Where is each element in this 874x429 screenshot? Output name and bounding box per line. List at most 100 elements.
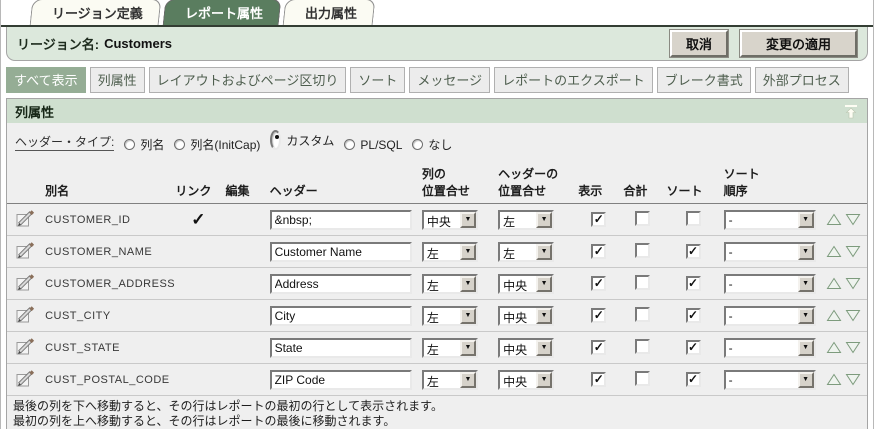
dropdown-arrow-icon: ▼	[798, 372, 814, 388]
show-checkbox[interactable]: ✓	[591, 276, 606, 291]
sort-sequence-select[interactable]: - ▼	[724, 370, 816, 390]
move-down-icon[interactable]	[845, 373, 861, 386]
section-title: 列属性	[15, 102, 54, 121]
show-checkbox[interactable]: ✓	[591, 308, 606, 323]
move-up-icon[interactable]	[826, 245, 842, 258]
header-type-label[interactable]: ヘッダー・タイプ:	[15, 133, 114, 151]
sort-sequence-select[interactable]: - ▼	[724, 274, 816, 294]
edit-icon[interactable]	[15, 305, 35, 327]
heading-alignment-select[interactable]: 中央 ▼	[498, 370, 554, 390]
nav-button[interactable]: 列属性	[90, 67, 145, 93]
show-checkbox[interactable]: ✓	[591, 244, 606, 259]
header-alias: 別名	[43, 159, 173, 204]
move-down-icon[interactable]	[845, 309, 861, 322]
heading-input[interactable]	[270, 370, 412, 390]
sort-checkbox[interactable]	[686, 211, 701, 226]
heading-input[interactable]	[270, 274, 412, 294]
edit-icon[interactable]	[15, 337, 35, 359]
heading-alignment-select[interactable]: 左 ▼	[498, 210, 554, 230]
column-alignment-value: 左	[424, 372, 460, 388]
move-down-icon[interactable]	[845, 277, 861, 290]
sort-sequence-value: -	[726, 244, 798, 260]
nav-button[interactable]: 外部プロセス	[755, 67, 849, 93]
header-type-option[interactable]: カスタム	[270, 130, 334, 150]
move-up-icon[interactable]	[826, 277, 842, 290]
edit-icon[interactable]	[15, 209, 35, 231]
nav-button[interactable]: メッセージ	[409, 67, 490, 93]
heading-alignment-select[interactable]: 中央 ▼	[498, 306, 554, 326]
sum-checkbox[interactable]	[635, 243, 650, 258]
sort-sequence-select[interactable]: - ▼	[724, 338, 816, 358]
column-alignment-select[interactable]: 左 ▼	[422, 306, 478, 326]
sort-checkbox[interactable]: ✓	[686, 308, 701, 323]
region-name-value: Customers	[104, 36, 172, 51]
apply-changes-button[interactable]: 変更の適用	[740, 30, 857, 57]
sort-checkbox[interactable]: ✓	[686, 276, 701, 291]
move-down-icon[interactable]	[845, 341, 861, 354]
heading-input[interactable]	[270, 210, 412, 230]
tab[interactable]: 出力属性	[282, 0, 375, 25]
nav-button[interactable]: すべて表示	[6, 67, 86, 93]
sum-checkbox[interactable]	[635, 307, 650, 322]
sort-sequence-select[interactable]: - ▼	[724, 306, 816, 326]
heading-alignment-select[interactable]: 中央 ▼	[498, 274, 554, 294]
show-checkbox[interactable]: ✓	[591, 372, 606, 387]
sort-sequence-value: -	[726, 308, 798, 324]
sum-checkbox[interactable]	[635, 371, 650, 386]
sum-checkbox[interactable]	[635, 339, 650, 354]
nav-button[interactable]: ソート	[350, 67, 405, 93]
sort-sequence-select[interactable]: - ▼	[724, 210, 816, 230]
radio-button-icon[interactable]	[344, 139, 355, 150]
move-up-icon[interactable]	[826, 213, 842, 226]
show-checkbox[interactable]: ✓	[591, 212, 606, 227]
move-up-icon[interactable]	[826, 309, 842, 322]
sum-checkbox[interactable]	[635, 211, 650, 226]
nav-button[interactable]: レポートのエクスポート	[494, 67, 653, 93]
sort-sequence-select[interactable]: - ▼	[724, 242, 816, 262]
footnote-line: 最後の列を下へ移動すると、その行はレポートの最初の行として表示されます。	[13, 399, 861, 414]
heading-input[interactable]	[270, 242, 412, 262]
move-up-icon[interactable]	[826, 341, 842, 354]
column-alignment-select[interactable]: 中央 ▼	[422, 210, 478, 230]
sort-checkbox[interactable]: ✓	[686, 372, 701, 387]
nav-button[interactable]: レイアウトおよびページ区切り	[149, 67, 347, 93]
header-type-option-label: 列名(InitCap)	[190, 136, 260, 153]
table-header-row: 別名 リンク 編集 ヘッダー 列の 位置合せ ヘッダーの 位置合せ 表示 合計 …	[7, 159, 867, 204]
region-bar: リージョン名: Customers 取消 変更の適用	[6, 27, 868, 61]
move-down-icon[interactable]	[845, 213, 861, 226]
column-alignment-select[interactable]: 左 ▼	[422, 338, 478, 358]
edit-icon[interactable]	[15, 369, 35, 391]
dropdown-arrow-icon: ▼	[536, 308, 552, 324]
radio-button-icon[interactable]	[412, 139, 423, 150]
column-alignment-select[interactable]: 左 ▼	[422, 274, 478, 294]
sort-checkbox[interactable]: ✓	[686, 340, 701, 355]
nav-button[interactable]: ブレーク書式	[657, 67, 751, 93]
header-type-option[interactable]: 列名	[124, 136, 164, 153]
cancel-button[interactable]: 取消	[670, 30, 728, 57]
header-type-option[interactable]: なし	[412, 136, 452, 153]
radio-button-icon[interactable]	[270, 130, 281, 150]
heading-input[interactable]	[270, 338, 412, 358]
header-type-option[interactable]: 列名(InitCap)	[174, 136, 260, 153]
edit-icon[interactable]	[15, 273, 35, 295]
column-alignment-select[interactable]: 左 ▼	[422, 370, 478, 390]
heading-input[interactable]	[270, 306, 412, 326]
column-alignment-select[interactable]: 左 ▼	[422, 242, 478, 262]
scroll-to-top-icon[interactable]	[843, 103, 859, 120]
sum-checkbox[interactable]	[635, 275, 650, 290]
show-checkbox[interactable]: ✓	[591, 340, 606, 355]
radio-button-icon[interactable]	[174, 139, 185, 150]
header-type-option[interactable]: PL/SQL	[344, 138, 402, 152]
header-column-alignment: 列の 位置合せ	[420, 159, 496, 204]
header-link: リンク	[173, 159, 223, 204]
edit-icon[interactable]	[15, 241, 35, 263]
move-down-icon[interactable]	[845, 245, 861, 258]
move-up-icon[interactable]	[826, 373, 842, 386]
column-alias: CUST_POSTAL_CODE	[45, 374, 170, 386]
tab-active[interactable]: レポート属性	[162, 0, 281, 25]
heading-alignment-select[interactable]: 左 ▼	[498, 242, 554, 262]
heading-alignment-select[interactable]: 中央 ▼	[498, 338, 554, 358]
radio-button-icon[interactable]	[124, 139, 135, 150]
sort-checkbox[interactable]: ✓	[686, 244, 701, 259]
tab[interactable]: リージョン定義	[30, 0, 161, 25]
